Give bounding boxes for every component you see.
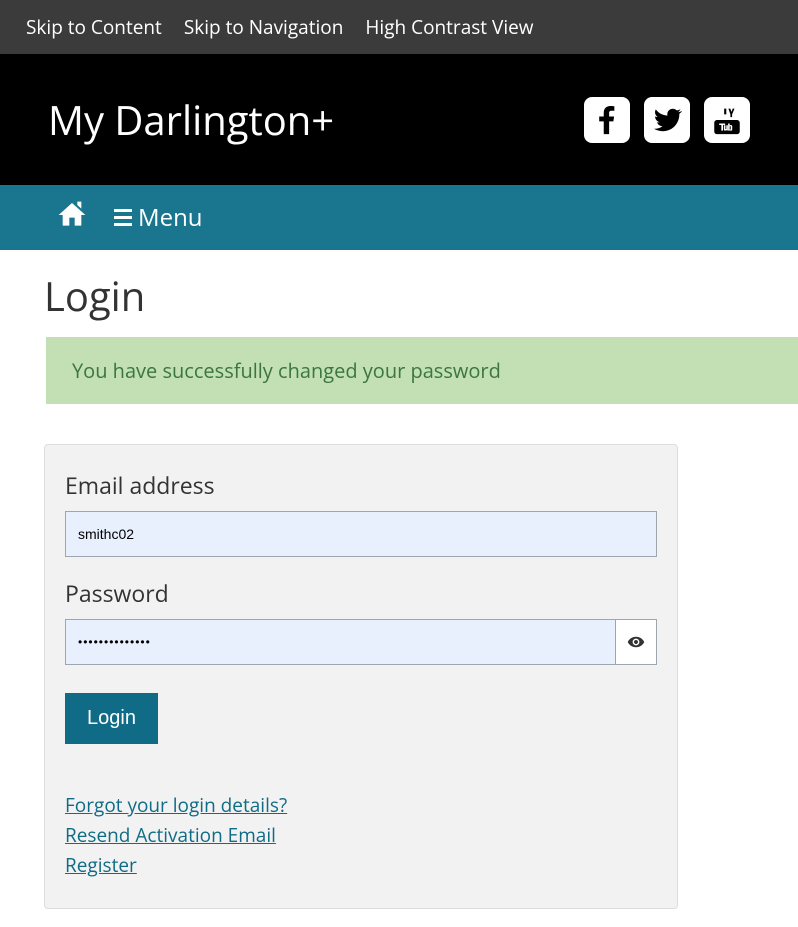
social-icons [584, 97, 750, 143]
menu-toggle[interactable]: Menu [114, 201, 203, 234]
youtube-icon[interactable] [704, 97, 750, 143]
email-label: Email address [65, 469, 657, 501]
password-label: Password [65, 577, 657, 609]
high-contrast-link[interactable]: High Contrast View [365, 14, 533, 40]
eye-icon [627, 633, 645, 651]
home-icon[interactable] [54, 199, 90, 236]
facebook-icon[interactable] [584, 97, 630, 143]
skip-to-navigation-link[interactable]: Skip to Navigation [184, 14, 344, 40]
toggle-password-visibility-button[interactable] [615, 619, 657, 665]
register-link[interactable]: Register [65, 852, 137, 878]
email-field[interactable] [65, 511, 657, 557]
site-title: My Darlington+ [48, 92, 334, 147]
resend-activation-link[interactable]: Resend Activation Email [65, 822, 276, 848]
main-content: Login You have successfully changed your… [0, 250, 798, 927]
main-nav: Menu [0, 185, 798, 250]
site-header: My Darlington+ [0, 54, 798, 185]
accessibility-top-bar: Skip to Content Skip to Navigation High … [0, 0, 798, 54]
login-panel: Email address Password Login Forgot your… [44, 444, 678, 909]
success-alert: You have successfully changed your passw… [46, 337, 798, 404]
menu-label: Menu [138, 201, 203, 234]
login-button[interactable]: Login [65, 693, 158, 744]
helper-links: Forgot your login details? Resend Activa… [65, 792, 657, 878]
page-title: Login [44, 268, 754, 323]
skip-to-content-link[interactable]: Skip to Content [26, 14, 162, 40]
hamburger-icon [114, 209, 132, 226]
password-field[interactable] [65, 619, 615, 665]
twitter-icon[interactable] [644, 97, 690, 143]
forgot-login-link[interactable]: Forgot your login details? [65, 792, 287, 818]
